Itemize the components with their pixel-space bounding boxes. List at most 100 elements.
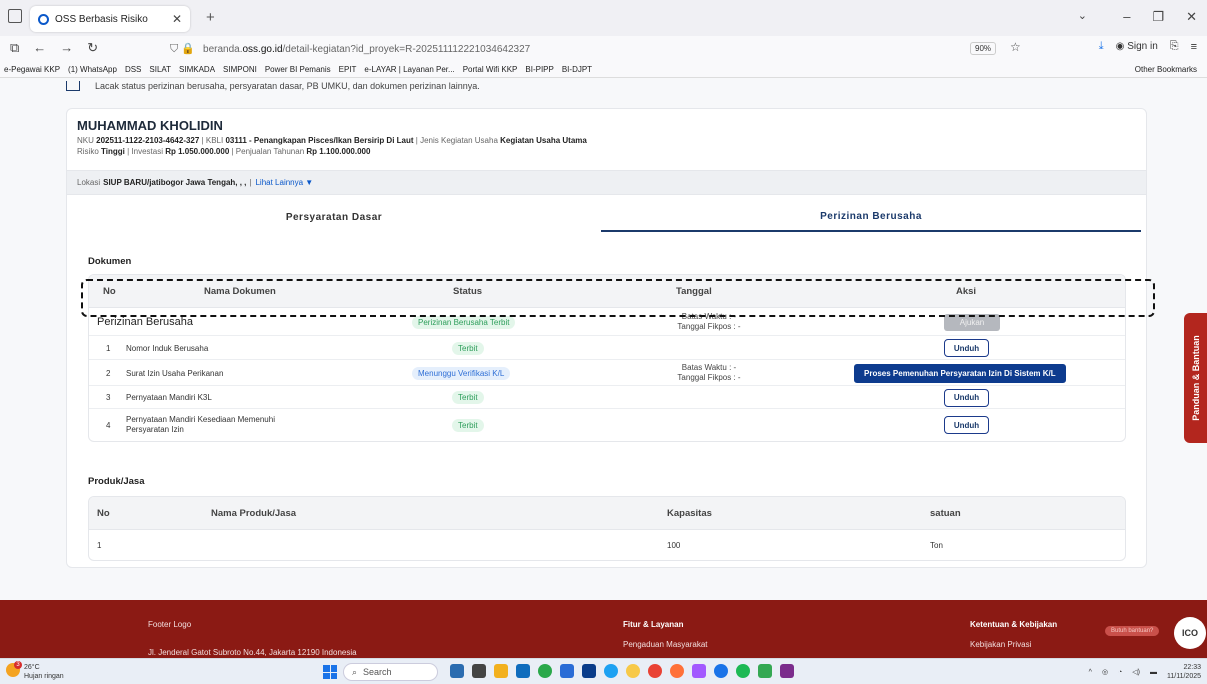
bookmark-item[interactable]: EPIT	[339, 65, 357, 74]
back-icon[interactable]: ←	[33, 40, 46, 56]
footer-address: Jl. Jenderal Gatot Subroto No.44, Jakart…	[148, 648, 357, 657]
status-badge: Terbit	[452, 341, 484, 355]
sign-in-button[interactable]: ◉ Sign in	[1116, 41, 1158, 52]
extensions-icon[interactable]: ⎘	[1170, 40, 1179, 53]
bookmark-item[interactable]: BI-PIPP	[525, 65, 553, 74]
new-tab-icon[interactable]: +	[206, 9, 215, 26]
unduh-button[interactable]: Unduh	[944, 416, 989, 434]
forward-icon[interactable]: →	[60, 40, 73, 56]
network-icon[interactable]: ◎	[1102, 668, 1108, 676]
produk-table: No Nama Produk/Jasa Kapasitas satuan 1 1…	[88, 496, 1126, 561]
unduh-button[interactable]: Unduh	[944, 339, 989, 357]
bookmark-item[interactable]: Power BI Pemanis	[265, 65, 331, 74]
volume-icon[interactable]: ◁)	[1132, 668, 1140, 676]
zoom-level[interactable]: 90%	[970, 42, 997, 55]
table-row: 1 Nomor Induk Berusaha Terbit Unduh	[89, 336, 1125, 360]
close-tab-icon[interactable]: ✕	[172, 12, 182, 26]
url-bar: ⧉ ← → ↻ ⛉ 🔒 beranda. oss.go.id/detail-keg…	[0, 36, 1207, 62]
footer-link[interactable]: Kebijakan Privasi	[970, 640, 1031, 649]
help-pill[interactable]: Butuh bantuan?	[1105, 626, 1160, 636]
tab-persyaratan-dasar[interactable]: Persyaratan Dasar	[67, 202, 601, 232]
chat-icon[interactable]: ICO	[1174, 617, 1206, 649]
menu-icon[interactable]: ≡	[1191, 41, 1197, 53]
bookmark-item[interactable]: DSS	[125, 65, 141, 74]
tracking-icon	[66, 81, 80, 91]
unduh-button[interactable]: Unduh	[944, 388, 989, 407]
bookmark-item[interactable]: BI-DJPT	[562, 65, 592, 74]
bookmark-item[interactable]: e-LAYAR | Layanan Per...	[364, 65, 454, 74]
bookmark-item[interactable]: Portal Wifi KKP	[463, 65, 518, 74]
chevron-down-icon[interactable]: ⌄	[1078, 9, 1087, 22]
tabs: Persyaratan Dasar Perizinan Berusaha	[67, 202, 1146, 232]
tray-chevron-icon[interactable]: ^	[1089, 669, 1092, 676]
other-bookmarks[interactable]: Other Bookmarks	[1135, 65, 1197, 74]
wifi-icon[interactable]: ◔	[1118, 669, 1122, 676]
produk-title: Produk/Jasa	[88, 476, 145, 487]
tab-perizinan-berusaha[interactable]: Perizinan Berusaha	[601, 202, 1141, 232]
bookmark-item[interactable]: e-Pegawai KKP	[4, 65, 60, 74]
app-icon[interactable]	[692, 664, 706, 678]
bookmarks-bar: e-Pegawai KKP (1) WhatsApp DSS SILAT SIM…	[0, 62, 1207, 78]
app-icon[interactable]	[472, 664, 486, 678]
meta-line-2: Risiko Tinggi | Investasi Rp 1.050.000.0…	[77, 147, 371, 156]
table-header: No Nama Dokumen Status Tanggal Aksi	[89, 275, 1125, 308]
footer-col2-title: Fitur & Layanan	[623, 620, 684, 629]
panduan-bantuan-tab[interactable]: Panduan & Bantuan	[1184, 313, 1207, 443]
ajukan-button[interactable]: Ajukan	[944, 313, 1000, 331]
location-bar: Lokasi SIUP BARU/jatibogor Jawa Tengah, ,…	[67, 170, 1146, 195]
table-row-group: Perizinan Berusaha Perizinan Berusaha Te…	[89, 308, 1125, 336]
sidebar-toggle-icon[interactable]: ⧉	[10, 40, 19, 56]
app-icon[interactable]	[538, 664, 552, 678]
start-icon[interactable]	[323, 665, 337, 679]
see-more-link[interactable]: Lihat Lainnya ▼	[255, 178, 313, 187]
browser-tab[interactable]: OSS Berbasis Risiko ✕	[30, 6, 190, 32]
app-icon[interactable]	[780, 664, 794, 678]
address-field[interactable]: ⛉ 🔒 beranda. oss.go.id/detail-kegiatan?id…	[170, 39, 990, 59]
app-icon[interactable]	[560, 664, 574, 678]
footer-link[interactable]: Pengaduan Masyarakat	[623, 640, 708, 649]
dokumen-title: Dokumen	[88, 256, 132, 267]
battery-icon[interactable]: ▬	[1150, 669, 1157, 676]
taskbar-search[interactable]: ⌕ Search	[343, 663, 438, 681]
app-icon[interactable]	[714, 664, 728, 678]
bookmark-item[interactable]: SIMKADA	[179, 65, 215, 74]
status-badge: Terbit	[452, 391, 484, 404]
system-tray: ^ ◎ ◔ ◁) ▬ 22:33 11/11/2025	[1089, 663, 1201, 681]
tab-list-icon[interactable]	[8, 9, 22, 23]
bookmark-item[interactable]: SIMPONI	[223, 65, 257, 74]
app-icon[interactable]	[450, 664, 464, 678]
clock[interactable]: 22:33 11/11/2025	[1167, 663, 1201, 681]
app-icon[interactable]	[582, 664, 596, 678]
reload-icon[interactable]: ↻	[87, 40, 98, 56]
app-icon[interactable]	[736, 664, 750, 678]
owner-name: MUHAMMAD KHOLIDIN	[77, 118, 223, 133]
footer-logo: Footer Logo	[148, 620, 192, 629]
status-badge: Terbit	[452, 418, 484, 432]
app-icon[interactable]	[604, 664, 618, 678]
app-icon[interactable]	[670, 664, 684, 678]
location-value: SIUP BARU/jatibogor Jawa Tengah, , ,	[103, 178, 247, 187]
bookmark-star-icon[interactable]: ☆	[1010, 40, 1021, 54]
restore-icon[interactable]: ❐	[1152, 9, 1164, 25]
shield-icon: ⛉ 🔒	[170, 43, 196, 55]
search-icon: ⌕	[352, 666, 358, 677]
browser-tab-bar: OSS Berbasis Risiko ✕ + ⌄ – ❐ ✕	[0, 0, 1207, 36]
proses-pemenuhan-button[interactable]: Proses Pemenuhan Persyaratan Izin Di Sis…	[854, 363, 1066, 383]
app-icon[interactable]	[626, 664, 640, 678]
weather-widget[interactable]: 3 26°C Hujan ringan	[6, 661, 64, 681]
app-icon[interactable]	[516, 664, 530, 678]
app-icon[interactable]	[648, 664, 662, 678]
minimize-icon[interactable]: –	[1123, 9, 1130, 25]
download-icon[interactable]: ⤓	[1099, 40, 1104, 53]
page-description: Lacak status perizinan berusaha, persyar…	[95, 81, 480, 91]
table-row: 2 Surat Izin Usaha Perikanan Menunggu Ve…	[89, 360, 1125, 386]
tab-title: OSS Berbasis Risiko	[55, 13, 148, 25]
status-badge: Perizinan Berusaha Terbit	[412, 315, 516, 329]
table-row: 1 100 Ton	[97, 540, 943, 550]
table-header: No Nama Produk/Jasa Kapasitas satuan	[89, 497, 1125, 530]
app-icon[interactable]	[758, 664, 772, 678]
bookmark-item[interactable]: SILAT	[149, 65, 171, 74]
close-window-icon[interactable]: ✕	[1186, 9, 1197, 25]
app-icon[interactable]	[494, 664, 508, 678]
bookmark-item[interactable]: (1) WhatsApp	[68, 65, 117, 74]
